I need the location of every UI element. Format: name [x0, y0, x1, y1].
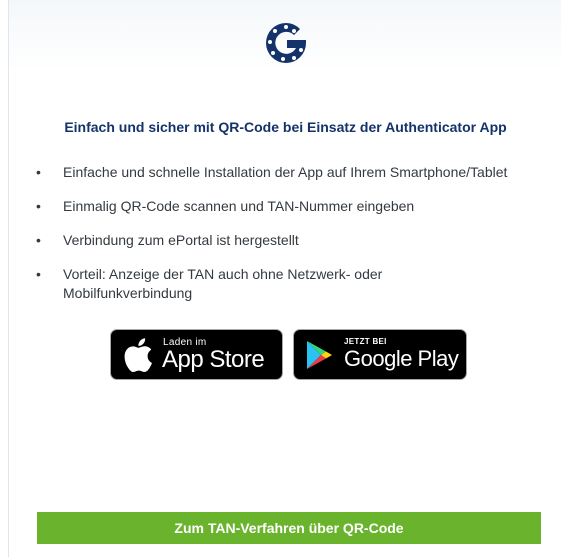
feature-list: • Einfache und schnelle Installation der…: [33, 163, 558, 318]
feature-item: • Vorteil: Anzeige der TAN auch ohne Net…: [33, 265, 393, 303]
google-play-small-text: JETZT BEI: [344, 337, 387, 346]
g-logo-icon: [266, 23, 306, 63]
feature-item: • Verbindung zum ePortal ist hergestellt: [33, 231, 558, 250]
feature-item: • Einfache und schnelle Installation der…: [33, 163, 558, 182]
google-play-big-text: Google Play: [344, 346, 459, 371]
bullet: •: [36, 198, 41, 214]
bullet: •: [36, 266, 41, 282]
feature-text: Verbindung zum ePortal ist hergestellt: [63, 232, 299, 248]
authenticator-panel: Einfach und sicher mit QR-Code bei Einsa…: [8, 0, 561, 557]
qr-code-procedure-button[interactable]: Zum TAN-Verfahren über QR-Code: [37, 512, 541, 544]
feature-text: Einmalig QR-Code scannen und TAN-Nummer …: [63, 198, 415, 214]
feature-text: Vorteil: Anzeige der TAN auch ohne Netzw…: [63, 266, 383, 301]
bullet: •: [36, 232, 41, 248]
feature-text: Einfache und schnelle Installation der A…: [63, 164, 508, 180]
feature-item: • Einmalig QR-Code scannen und TAN-Numme…: [33, 197, 558, 216]
store-badges: Laden im App Store JETZT BEI Google Play: [110, 329, 470, 380]
app-store-button[interactable]: Laden im App Store: [110, 329, 283, 380]
google-play-button[interactable]: JETZT BEI Google Play: [293, 329, 467, 380]
google-play-icon: [307, 341, 332, 369]
apple-icon: [124, 338, 152, 372]
headline: Einfach und sicher mit QR-Code bei Einsa…: [64, 119, 507, 135]
app-store-big-text: App Store: [162, 346, 265, 373]
bullet: •: [36, 164, 41, 180]
